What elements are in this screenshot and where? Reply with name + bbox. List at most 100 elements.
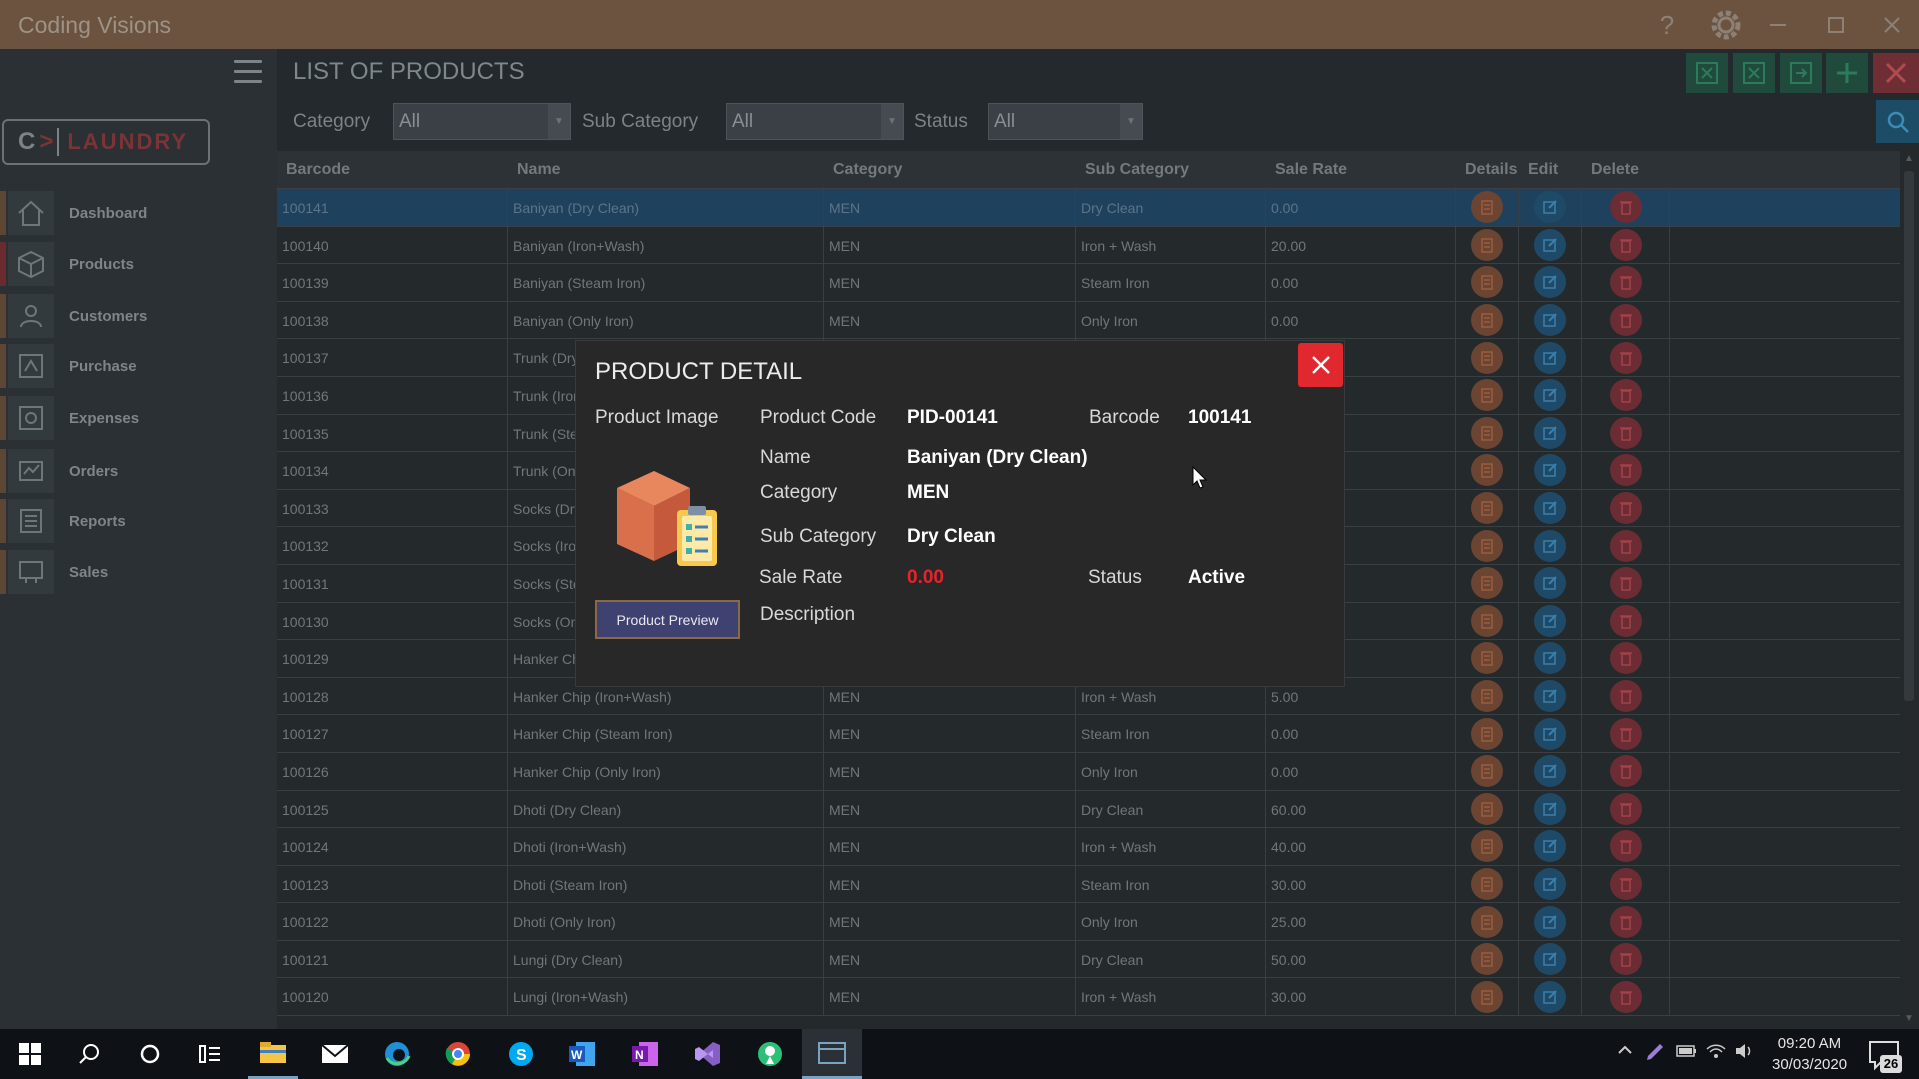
- status-filter-select[interactable]: All ▼: [988, 103, 1143, 140]
- table-row[interactable]: 100122 Dhoti (Only Iron) MEN Only Iron 25.00: [277, 903, 1900, 941]
- cortana-icon[interactable]: [125, 1029, 175, 1079]
- visual-studio-icon[interactable]: [682, 1029, 732, 1079]
- details-button[interactable]: [1456, 752, 1519, 790]
- table-row[interactable]: 100138 Baniyan (Only Iron) MEN Only Iron 0.0…: [277, 301, 1900, 340]
- details-button[interactable]: [1456, 640, 1519, 677]
- sidebar-item-sales[interactable]: Sales: [0, 548, 277, 596]
- edit-button[interactable]: [1519, 564, 1582, 602]
- edit-button[interactable]: [1519, 189, 1582, 226]
- sub-category-filter-select[interactable]: All ▼: [726, 103, 904, 140]
- trash-button[interactable]: [1582, 376, 1670, 414]
- search-icon[interactable]: [64, 1029, 114, 1079]
- column-header[interactable]: Name: [508, 151, 824, 188]
- export-button[interactable]: [1780, 53, 1822, 93]
- windows-start-icon[interactable]: [5, 1029, 55, 1079]
- edit-button[interactable]: [1519, 940, 1582, 978]
- details-button[interactable]: [1456, 264, 1519, 301]
- details-button[interactable]: [1456, 715, 1519, 752]
- edit-button[interactable]: [1519, 865, 1582, 903]
- maximize-icon[interactable]: [1818, 7, 1854, 43]
- trash-button[interactable]: [1582, 226, 1670, 264]
- export-excel-button[interactable]: [1733, 53, 1775, 93]
- edit-button[interactable]: [1519, 264, 1582, 301]
- wifi-icon[interactable]: [1705, 1042, 1727, 1065]
- sidebar-item-reports[interactable]: Reports: [0, 497, 277, 545]
- mail-icon[interactable]: [310, 1029, 360, 1079]
- trash-button[interactable]: [1582, 978, 1670, 1016]
- close-page-button[interactable]: [1873, 53, 1919, 93]
- volume-icon[interactable]: [1734, 1042, 1756, 1065]
- modal-close-button[interactable]: [1298, 343, 1343, 387]
- table-row[interactable]: 100120 Lungi (Iron+Wash) MEN Iron + Wash 30.…: [277, 978, 1900, 1017]
- trash-button[interactable]: [1582, 602, 1670, 640]
- details-button[interactable]: [1456, 602, 1519, 640]
- add-product-button[interactable]: [1826, 53, 1868, 93]
- column-header[interactable]: Sale Rate: [1266, 151, 1456, 188]
- edit-button[interactable]: [1519, 715, 1582, 752]
- details-button[interactable]: [1456, 452, 1519, 489]
- taskbar-clock[interactable]: 09:20 AM 30/03/2020: [1772, 1033, 1847, 1075]
- pen-icon[interactable]: [1645, 1042, 1665, 1067]
- window-close-icon[interactable]: [1874, 7, 1910, 43]
- trash-button[interactable]: [1582, 903, 1670, 940]
- sidebar-item-dashboard[interactable]: Dashboard: [0, 189, 277, 237]
- maps-app-icon[interactable]: [745, 1029, 795, 1079]
- edit-button[interactable]: [1519, 527, 1582, 564]
- help-icon[interactable]: ?: [1649, 7, 1685, 43]
- edit-button[interactable]: [1519, 828, 1582, 865]
- edit-button[interactable]: [1519, 752, 1582, 790]
- edit-button[interactable]: [1519, 339, 1582, 376]
- table-row[interactable]: 100124 Dhoti (Iron+Wash) MEN Iron + Wash 40.…: [277, 828, 1900, 866]
- edit-button[interactable]: [1519, 903, 1582, 940]
- sidebar-item-orders[interactable]: Orders: [0, 447, 277, 495]
- edit-button[interactable]: [1519, 414, 1582, 452]
- edit-button[interactable]: [1519, 978, 1582, 1016]
- edit-button[interactable]: [1519, 376, 1582, 414]
- import-excel-button[interactable]: [1686, 53, 1728, 93]
- laundry-app-taskbar-icon[interactable]: [802, 1029, 862, 1079]
- sidebar-item-customers[interactable]: Customers: [0, 292, 277, 340]
- details-button[interactable]: [1456, 677, 1519, 715]
- column-header[interactable]: Category: [824, 151, 1076, 188]
- edit-button[interactable]: [1519, 301, 1582, 339]
- settings-gear-icon[interactable]: [1708, 7, 1744, 43]
- edit-button[interactable]: [1519, 640, 1582, 677]
- trash-button[interactable]: [1582, 189, 1670, 226]
- trash-button[interactable]: [1582, 564, 1670, 602]
- trash-button[interactable]: [1582, 527, 1670, 564]
- details-button[interactable]: [1456, 940, 1519, 978]
- edit-button[interactable]: [1519, 489, 1582, 527]
- onenote-icon[interactable]: N: [620, 1029, 670, 1079]
- column-header[interactable]: Barcode: [277, 151, 508, 188]
- details-button[interactable]: [1456, 339, 1519, 376]
- edit-button[interactable]: [1519, 226, 1582, 264]
- table-row[interactable]: 100139 Baniyan (Steam Iron) MEN Steam Iron 0…: [277, 264, 1900, 302]
- task-view-icon[interactable]: [185, 1029, 235, 1079]
- table-row[interactable]: 100123 Dhoti (Steam Iron) MEN Steam Iron 30.…: [277, 865, 1900, 904]
- show-hidden-icons-icon[interactable]: [1617, 1042, 1633, 1063]
- trash-button[interactable]: [1582, 301, 1670, 339]
- details-button[interactable]: [1456, 865, 1519, 903]
- table-row[interactable]: 100141 Baniyan (Dry Clean) MEN Dry Clean 0.0…: [277, 189, 1900, 227]
- category-filter-select[interactable]: All ▼: [393, 103, 571, 140]
- chrome-browser-icon[interactable]: [433, 1029, 483, 1079]
- details-button[interactable]: [1456, 489, 1519, 527]
- trash-button[interactable]: [1582, 640, 1670, 677]
- search-button[interactable]: [1876, 100, 1919, 143]
- table-row[interactable]: 100126 Hanker Chip (Only Iron) MEN Only Iro…: [277, 752, 1900, 791]
- trash-button[interactable]: [1582, 715, 1670, 752]
- details-button[interactable]: [1456, 828, 1519, 865]
- edit-button[interactable]: [1519, 602, 1582, 640]
- trash-button[interactable]: [1582, 452, 1670, 489]
- minimize-icon[interactable]: [1760, 7, 1796, 43]
- table-row[interactable]: 100127 Hanker Chip (Steam Iron) MEN Steam I…: [277, 715, 1900, 753]
- trash-button[interactable]: [1582, 414, 1670, 452]
- word-icon[interactable]: W: [557, 1029, 607, 1079]
- skype-icon[interactable]: S: [496, 1029, 546, 1079]
- column-header[interactable]: Delete: [1582, 151, 1670, 188]
- edge-browser-icon[interactable]: [372, 1029, 422, 1079]
- edit-button[interactable]: [1519, 677, 1582, 715]
- details-button[interactable]: [1456, 301, 1519, 339]
- details-button[interactable]: [1456, 903, 1519, 940]
- edit-button[interactable]: [1519, 452, 1582, 489]
